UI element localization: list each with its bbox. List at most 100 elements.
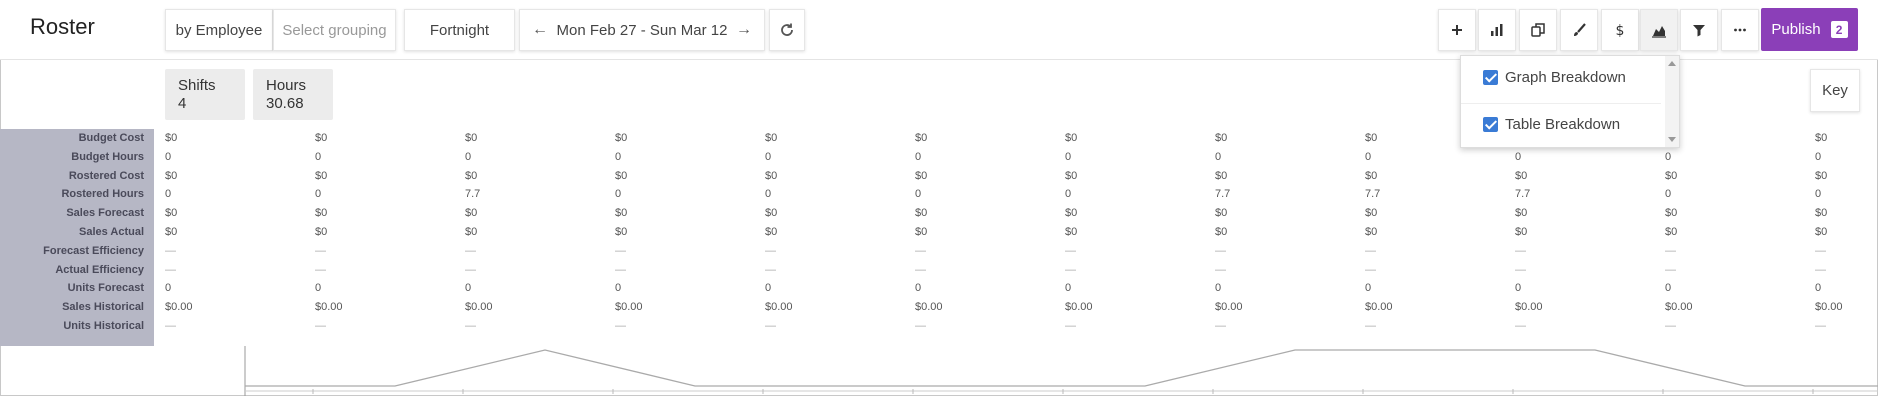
table-cell: $0 <box>765 207 778 220</box>
table-cell: — <box>1815 319 1826 332</box>
table-cell: 0 <box>615 282 622 295</box>
checkbox-icon[interactable] <box>1483 70 1498 85</box>
table-cell: $0 <box>315 169 328 182</box>
table-cell: 0 <box>1065 150 1072 163</box>
key-button[interactable]: Key <box>1810 69 1860 112</box>
table-cell: — <box>1365 244 1376 257</box>
publish-count-badge: 2 <box>1830 21 1848 38</box>
copy-button[interactable] <box>1519 9 1557 51</box>
table-cell: $0 <box>315 132 328 144</box>
table-cell: — <box>1065 319 1076 332</box>
table-cell: — <box>165 319 176 332</box>
table-cell: $0 <box>1215 207 1228 220</box>
table-cell: $0 <box>1365 169 1378 182</box>
add-button[interactable] <box>1438 9 1476 51</box>
row-label: Sales Actual <box>78 225 144 238</box>
dollar-button[interactable]: $ <box>1601 9 1639 51</box>
filter-button[interactable] <box>1680 9 1718 51</box>
table-cell: $0 <box>165 207 178 220</box>
table-cell: $0 <box>465 225 478 238</box>
table-cell: $0 <box>1815 132 1828 144</box>
table-cell: 0 <box>1815 188 1822 201</box>
publish-button[interactable]: Publish 2 <box>1761 8 1858 51</box>
hours-stat: Hours 30.68 <box>253 69 333 120</box>
grouping-select[interactable]: Select grouping <box>273 9 396 51</box>
table-cell: $0 <box>1665 225 1678 238</box>
table-cell: $0 <box>1215 132 1228 144</box>
table-cell: 0 <box>765 150 772 163</box>
table-cell: $0 <box>1365 225 1378 238</box>
table-cell: $0.00 <box>165 301 193 314</box>
table-cell: $0 <box>765 132 778 144</box>
table-cell: 0 <box>1665 150 1672 163</box>
table-cell: $0.00 <box>765 301 793 314</box>
table-cell: — <box>1815 244 1826 257</box>
table-cell: — <box>1665 263 1676 276</box>
row-label: Actual Efficiency <box>55 263 144 276</box>
table-cell: $0 <box>1665 207 1678 220</box>
bar-chart-button[interactable] <box>1478 9 1516 51</box>
table-cell: $0.00 <box>1065 301 1093 314</box>
table-cell: — <box>615 244 626 257</box>
row-label: Rostered Hours <box>61 188 144 201</box>
table-cell: $0 <box>1815 225 1828 238</box>
table-cell: $0 <box>915 207 928 220</box>
table-cell: 0 <box>1215 282 1222 295</box>
table-cell: $0.00 <box>915 301 943 314</box>
table-cell: — <box>1215 263 1226 276</box>
table-cell: — <box>915 244 926 257</box>
table-cell: — <box>315 319 326 332</box>
table-cell: 7.7 <box>1365 188 1381 201</box>
table-cell: — <box>165 263 176 276</box>
table-cell: $0.00 <box>1515 301 1543 314</box>
arrow-right-icon[interactable]: → <box>736 21 752 39</box>
period-select[interactable]: Fortnight <box>404 9 515 51</box>
arrow-left-icon[interactable]: ← <box>532 21 548 39</box>
table-cell: 0 <box>1665 282 1672 295</box>
table-cell: $0 <box>315 225 328 238</box>
row-label: Rostered Cost <box>68 169 144 182</box>
date-range-nav: ← Mon Feb 27 - Sun Mar 12 → <box>519 9 765 51</box>
table-cell: $0 <box>615 225 628 238</box>
table-cell: — <box>1515 244 1526 257</box>
date-range-label[interactable]: Mon Feb 27 - Sun Mar 12 <box>557 22 728 39</box>
table-cell: 0 <box>915 282 922 295</box>
table-breakdown-option[interactable]: Table Breakdown <box>1483 116 1620 133</box>
table-cell: 0 <box>1515 282 1522 295</box>
table-column: $0 0 $0 0 $0 $0 — — 0 $0.00 — <box>1815 129 1878 336</box>
table-column: $0 0 $0 0 $0 $0 — — 0 $0.00 — <box>615 129 765 336</box>
table-cell: — <box>465 244 476 257</box>
table-cell: $0 <box>915 169 928 182</box>
row-label: Budget Cost <box>78 132 144 144</box>
row-label: Sales Forecast <box>66 207 144 220</box>
table-cell: 0 <box>1065 188 1072 201</box>
checkbox-icon[interactable] <box>1483 117 1498 132</box>
table-cell: $0 <box>165 225 178 238</box>
dropdown-scrollbar[interactable] <box>1665 56 1679 147</box>
table-cell: $0.00 <box>465 301 493 314</box>
table-cell: 0 <box>315 188 322 201</box>
scroll-up-icon[interactable] <box>1668 61 1676 66</box>
table-column: $00$07.7$0$0——0$0.00— <box>1215 129 1365 336</box>
refresh-button[interactable] <box>769 9 805 51</box>
table-cell: $0 <box>1215 169 1228 182</box>
table-column: $00$07.7$0$0——0$0.00— <box>1515 129 1665 336</box>
graph-breakdown-label: Graph Breakdown <box>1505 69 1626 86</box>
brush-icon <box>1574 23 1586 36</box>
table-cell: $0 <box>1665 169 1678 182</box>
table-column: $0 0 $0 0 $0 $0 — — 0 $0.00 — <box>765 129 915 336</box>
graph-breakdown-option[interactable]: Graph Breakdown <box>1483 69 1626 86</box>
table-cell: — <box>1065 263 1076 276</box>
table-cell: $0 <box>1515 207 1528 220</box>
table-cell: — <box>315 244 326 257</box>
table-cell: — <box>1665 319 1676 332</box>
group-by-button[interactable]: by Employee <box>165 9 273 51</box>
breakdown-table: $0 0 $0 0 $0 $0 — — 0 $0.00 — $0 0 $0 0 $0 $0 — — 0 $0.00 — $0… <box>165 129 1878 346</box>
scroll-down-icon[interactable] <box>1668 137 1676 142</box>
more-button[interactable] <box>1721 9 1759 51</box>
table-cell: $0 <box>615 207 628 220</box>
brush-button[interactable] <box>1560 9 1598 51</box>
dropdown-divider <box>1461 103 1661 104</box>
area-chart-button[interactable] <box>1640 9 1678 51</box>
hours-graph <box>244 346 1878 396</box>
